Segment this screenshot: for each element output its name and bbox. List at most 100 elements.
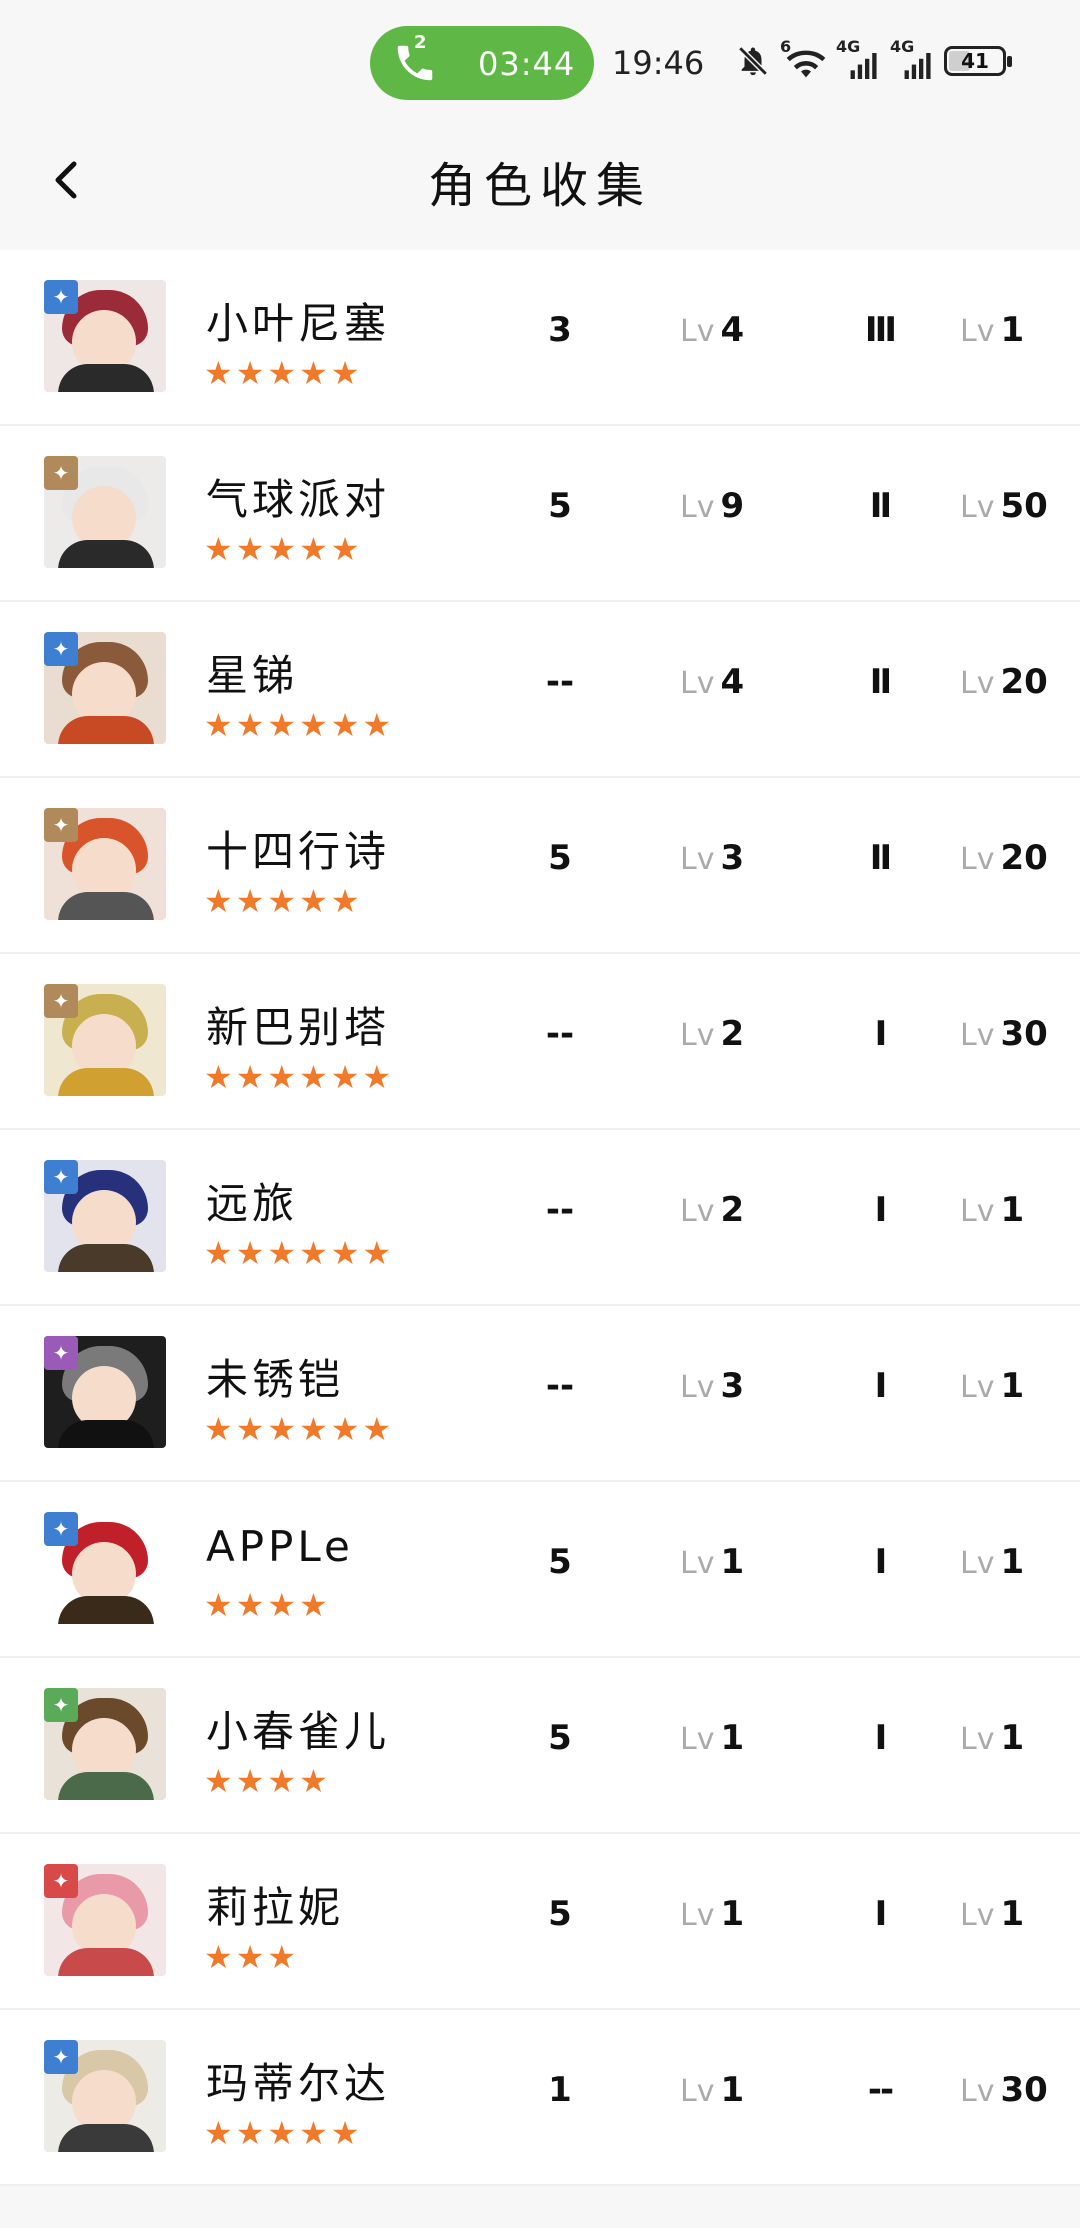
wind-icon: ✦ <box>44 1864 78 1898</box>
rank-value: -- <box>545 1190 575 1230</box>
rarity-stars: ★★★★★ <box>204 530 363 568</box>
character-name: 远旅 <box>206 1179 299 1228</box>
level-value: Lv 9 <box>680 486 800 526</box>
rank-value: 5 <box>548 1718 572 1758</box>
character-name: 未锈铠 <box>206 1355 345 1404</box>
elite-value: Ⅰ <box>874 1718 888 1758</box>
level-number: 1 <box>720 1894 745 1934</box>
compass-icon: ✦ <box>44 1160 78 1194</box>
leaf-icon: ✦ <box>44 1688 78 1722</box>
avatar-body <box>58 364 154 392</box>
character-row[interactable]: ✦ 气球派对 ★★★★★ 5 Lv 9 Ⅱ Lv 50 <box>0 426 1080 602</box>
rarity-stars: ★★★★★★ <box>204 1410 395 1448</box>
elite-value: Ⅰ <box>874 1366 888 1406</box>
character-row[interactable]: ✦ 小春雀儿 ★★★★ 5 Lv 1 Ⅰ Lv 1 <box>0 1658 1080 1834</box>
rarity-stars: ★★★★★ <box>204 354 363 392</box>
title-bar: 角色收集 <box>0 120 1080 250</box>
character-row[interactable]: ✦ 小叶尼塞 ★★★★★ 3 Lv 4 Ⅲ Lv 1 <box>0 250 1080 426</box>
avatar-body <box>58 1420 154 1448</box>
level-prefix: Lv <box>680 490 715 525</box>
level-prefix: Lv <box>680 1018 715 1053</box>
call-duration: 03:44 <box>478 45 576 83</box>
elite-value: Ⅱ <box>869 662 892 702</box>
level-prefix: Lv <box>680 1370 715 1405</box>
rank-value: -- <box>545 1014 575 1054</box>
level-prefix: Lv <box>960 314 995 349</box>
level-number: 1 <box>1000 1366 1025 1406</box>
level-prefix: Lv <box>960 1194 995 1229</box>
character-name: 小春雀儿 <box>206 1707 391 1756</box>
rank-value: 5 <box>548 1894 572 1934</box>
avatar-body <box>58 2124 154 2152</box>
clock: 19:46 <box>612 44 705 82</box>
level-prefix: Lv <box>960 1370 995 1405</box>
ongoing-call-pill[interactable]: 2 03:44 <box>370 26 594 100</box>
avatar-body <box>58 540 154 568</box>
level-value: Lv 4 <box>680 310 800 350</box>
character-row[interactable]: ✦ 玛蒂尔达 ★★★★★ 1 Lv 1 -- Lv 30 <box>0 2010 1080 2186</box>
level-value: Lv 3 <box>680 1366 800 1406</box>
cellular-2: 4G <box>890 37 934 81</box>
call-count: 2 <box>414 32 427 53</box>
battery-icon: 41 <box>944 46 1012 76</box>
level-number: 1 <box>1000 1542 1025 1582</box>
character-name: 十四行诗 <box>206 827 391 876</box>
level-prefix: Lv <box>960 490 995 525</box>
character-row[interactable]: ✦ 莉拉妮 ★★★ 5 Lv 1 Ⅰ Lv 1 <box>0 1834 1080 2010</box>
level-number: 1 <box>1000 1894 1025 1934</box>
level-number: 9 <box>720 486 745 526</box>
pyramid-icon: ✦ <box>44 456 78 490</box>
avatar-body <box>58 1068 154 1096</box>
character-name: APPLe <box>206 1522 354 1571</box>
level-prefix: Lv <box>680 666 715 701</box>
character-name: 气球派对 <box>206 475 391 524</box>
elite-value: Ⅱ <box>869 486 892 526</box>
level-number: 1 <box>720 1542 745 1582</box>
character-row[interactable]: ✦ 新巴别塔 ★★★★★★ -- Lv 2 Ⅰ Lv 30 <box>0 954 1080 1130</box>
elite-value: Ⅰ <box>874 1190 888 1230</box>
level-number: 20 <box>1000 838 1048 878</box>
level-number: 30 <box>1000 1014 1048 1054</box>
rank-value: 5 <box>548 486 572 526</box>
character-row[interactable]: ✦ 十四行诗 ★★★★★ 5 Lv 3 Ⅱ Lv 20 <box>0 778 1080 954</box>
level-value: Lv 1 <box>680 1718 800 1758</box>
character-name: 玛蒂尔达 <box>206 2059 391 2108</box>
system-icons: 6 4G 4G 41 <box>736 36 1012 86</box>
level-number: 3 <box>720 1366 745 1406</box>
battery-level: 41 <box>961 49 989 73</box>
level-number: 4 <box>720 662 745 702</box>
level-number: 1 <box>1000 1190 1025 1230</box>
level-value: Lv 3 <box>680 838 800 878</box>
character-name: 莉拉妮 <box>206 1883 345 1932</box>
avatar-body <box>58 1244 154 1272</box>
rarity-stars: ★★★ <box>204 1938 300 1976</box>
wifi-icon <box>786 50 826 78</box>
wifi-indicator: 6 <box>780 37 826 81</box>
level-2-value: Lv 30 <box>960 1014 1080 1054</box>
rank-value: 3 <box>548 310 572 350</box>
elite-value: Ⅰ <box>874 1014 888 1054</box>
level-prefix: Lv <box>960 1546 995 1581</box>
avatar-body <box>58 892 154 920</box>
level-2-value: Lv 1 <box>960 310 1080 350</box>
avatar-body <box>58 1772 154 1800</box>
character-row[interactable]: ✦ 远旅 ★★★★★★ -- Lv 2 Ⅰ Lv 1 <box>0 1130 1080 1306</box>
level-2-value: Lv 1 <box>960 1894 1080 1934</box>
level-prefix: Lv <box>680 314 715 349</box>
rarity-stars: ★★★★★ <box>204 882 363 920</box>
signal-icon <box>904 53 931 79</box>
status-bar: 2 03:44 19:46 6 4G 4G 41 <box>0 0 1080 120</box>
level-value: Lv 2 <box>680 1190 800 1230</box>
level-number: 1 <box>720 2070 745 2110</box>
page-title: 角色收集 <box>427 158 652 214</box>
elite-value: Ⅱ <box>869 838 892 878</box>
elite-value: Ⅰ <box>874 1894 888 1934</box>
rank-value: -- <box>545 662 575 702</box>
level-number: 1 <box>1000 1718 1025 1758</box>
level-prefix: Lv <box>680 842 715 877</box>
level-2-value: Lv 1 <box>960 1366 1080 1406</box>
character-row[interactable]: ✦ APPLe ★★★★ 5 Lv 1 Ⅰ Lv 1 <box>0 1482 1080 1658</box>
character-row[interactable]: ✦ 未锈铠 ★★★★★★ -- Lv 3 Ⅰ Lv 1 <box>0 1306 1080 1482</box>
avatar-body <box>58 1948 154 1976</box>
character-row[interactable]: ✦ 星锑 ★★★★★★ -- Lv 4 Ⅱ Lv 20 <box>0 602 1080 778</box>
